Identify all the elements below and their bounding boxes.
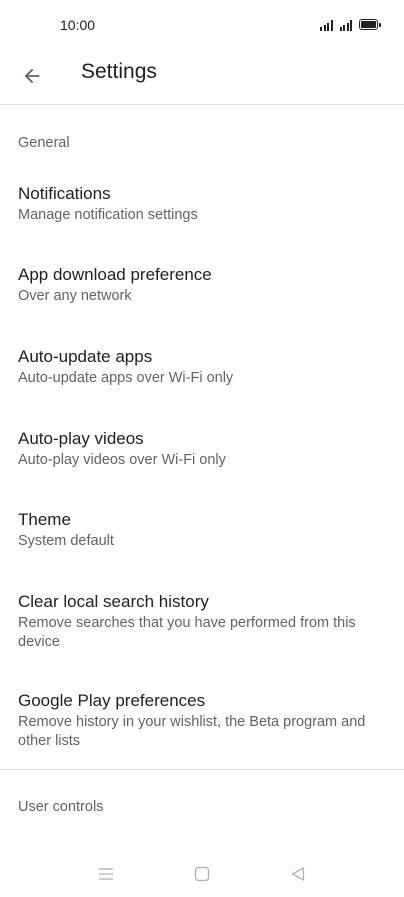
signal-icon xyxy=(339,20,352,31)
status-time: 10:00 xyxy=(60,17,96,33)
setting-auto-update-apps[interactable]: Auto-update apps Auto-update apps over W… xyxy=(0,346,404,388)
setting-google-play-preferences[interactable]: Google Play preferences Remove history i… xyxy=(0,690,404,751)
setting-title: Notifications xyxy=(18,184,111,203)
setting-title: Auto-play videos xyxy=(18,429,144,448)
menu-icon xyxy=(99,868,113,880)
section-header-general: General xyxy=(18,135,70,151)
setting-title: Auto-update apps xyxy=(18,347,153,366)
setting-subtitle: Remove history in your wishlist, the Bet… xyxy=(18,714,366,749)
arrow-back-icon xyxy=(24,68,40,84)
system-back-button[interactable] xyxy=(284,860,312,888)
setting-clear-search-history[interactable]: Clear local search history Remove search… xyxy=(0,591,404,652)
setting-subtitle: Remove searches that you have performed … xyxy=(18,615,356,650)
status-bar: 10:00 xyxy=(0,0,404,50)
app-bar-divider xyxy=(0,104,404,105)
setting-title: App download preference xyxy=(18,265,212,284)
setting-title: Clear local search history xyxy=(18,592,209,611)
setting-subtitle: Manage notification settings xyxy=(18,207,198,223)
section-divider xyxy=(0,769,404,770)
setting-subtitle: Over any network xyxy=(18,288,132,304)
setting-notifications[interactable]: Notifications Manage notification settin… xyxy=(0,183,404,225)
setting-title: Google Play preferences xyxy=(18,691,206,710)
signal-icon xyxy=(320,20,333,31)
setting-auto-play-videos[interactable]: Auto-play videos Auto-play videos over W… xyxy=(0,428,404,470)
setting-title: Theme xyxy=(18,510,71,529)
page-title: Settings xyxy=(81,60,157,83)
setting-theme[interactable]: Theme System default xyxy=(0,509,404,551)
system-nav-bar xyxy=(0,852,404,892)
battery-icon xyxy=(359,19,381,30)
back-button[interactable] xyxy=(12,56,52,96)
setting-subtitle: System default xyxy=(18,533,114,549)
home-button[interactable] xyxy=(188,860,216,888)
setting-app-download-preference[interactable]: App download preference Over any network xyxy=(0,264,404,306)
recents-button[interactable] xyxy=(92,860,120,888)
section-header-user-controls: User controls xyxy=(18,799,104,815)
back-triangle-icon xyxy=(291,867,305,881)
home-square-icon xyxy=(194,866,210,882)
settings-screen: 10:00 Settings General Notifications Man… xyxy=(0,0,404,897)
app-bar: Settings xyxy=(0,50,404,104)
setting-subtitle: Auto-play videos over Wi-Fi only xyxy=(18,452,226,468)
status-icons xyxy=(320,17,381,31)
setting-subtitle: Auto-update apps over Wi-Fi only xyxy=(18,370,234,386)
